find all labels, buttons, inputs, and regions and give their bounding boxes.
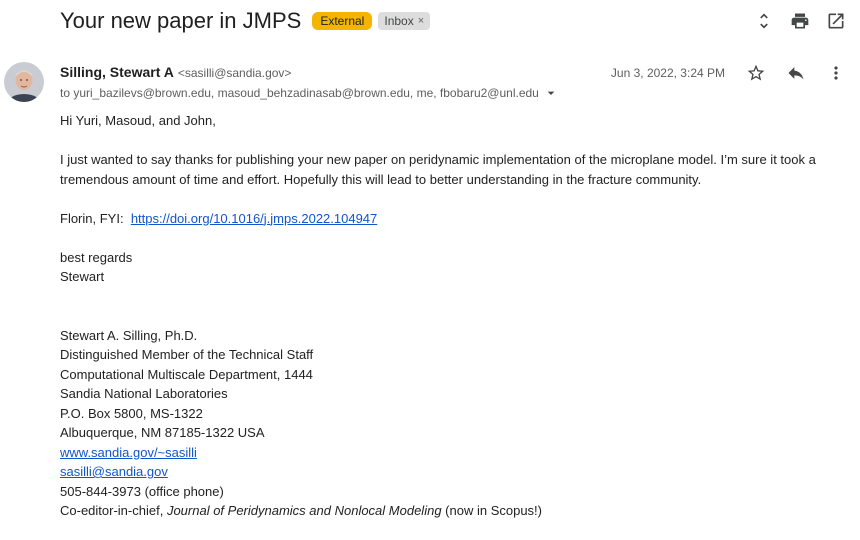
closing: best regards [60, 249, 133, 265]
sender-name[interactable]: Silling, Stewart A [60, 64, 174, 80]
sender-row: Silling, Stewart A <sasilli@sandia.gov> [60, 64, 291, 80]
sender-signoff: Stewart [60, 269, 105, 284]
remove-label-icon[interactable]: × [418, 14, 424, 28]
expand-collapse-icon[interactable] [752, 9, 776, 33]
recipients-row: to yuri_bazilevs@brown.edu, masoud_behza… [60, 85, 559, 101]
email-link[interactable]: sasilli@sandia.gov [60, 464, 168, 479]
signature-department: Computational Multiscale Department, 144… [60, 366, 313, 382]
email-subject: Your new paper in JMPS [60, 8, 302, 33]
editor-suffix: (now in Scopus!) [445, 503, 542, 518]
signature-address-city: Albuquerque, NM 87185-1322 USA [60, 425, 265, 440]
fyi-prefix: Florin, FYI: [60, 210, 124, 226]
body-paragraph: I just wanted to say thanks for publishi… [60, 152, 816, 187]
signature-address-box: P.O. Box 5800, MS-1322 [60, 405, 203, 421]
reply-icon[interactable] [784, 61, 808, 85]
external-label-badge[interactable]: External [312, 12, 373, 30]
signature-title: Distinguished Member of the Technical St… [60, 347, 314, 362]
message-date: Jun 3, 2022, 3:24 PM [610, 66, 725, 80]
star-icon[interactable] [744, 61, 768, 85]
recipients-list: to yuri_bazilevs@brown.edu, masoud_behza… [60, 86, 539, 100]
message-actions [744, 61, 848, 85]
open-in-new-window-icon[interactable] [824, 9, 848, 33]
fyi-line: Florin, FYI: https://doi.org/10.1016/j.j… [60, 209, 830, 229]
signature-organization: Sandia National Laboratories [60, 386, 228, 401]
greeting: Hi Yuri, Masoud, and John, [60, 113, 216, 128]
website-link[interactable]: www.sandia.gov/~sasilli [60, 445, 197, 460]
signature-name: Stewart A. Silling, Ph.D. [60, 327, 198, 343]
sender-email: <sasilli@sandia.gov> [177, 66, 292, 80]
doi-link[interactable]: https://doi.org/10.1016/j.jmps.2022.1049… [131, 211, 377, 226]
signature-phone: 505-844-3973 (office phone) [60, 483, 224, 499]
inbox-label-badge[interactable]: Inbox × [378, 12, 431, 30]
inbox-label-text: Inbox [384, 14, 414, 28]
print-icon[interactable] [788, 9, 812, 33]
subject-row: Your new paper in JMPS External Inbox × [60, 6, 431, 36]
message-body: Hi Yuri, Masoud, and John, I just wanted… [60, 111, 830, 521]
sender-avatar[interactable] [4, 62, 44, 102]
signature-editor-line: Co-editor-in-chief, Journal of Peridynam… [60, 501, 830, 521]
editor-prefix: Co-editor-in-chief, [60, 503, 164, 518]
thread-actions [752, 9, 848, 33]
show-details-icon[interactable] [543, 85, 559, 101]
journal-name: Journal of Peridynamics and Nonlocal Mod… [166, 503, 442, 518]
more-vert-icon[interactable] [824, 61, 848, 85]
